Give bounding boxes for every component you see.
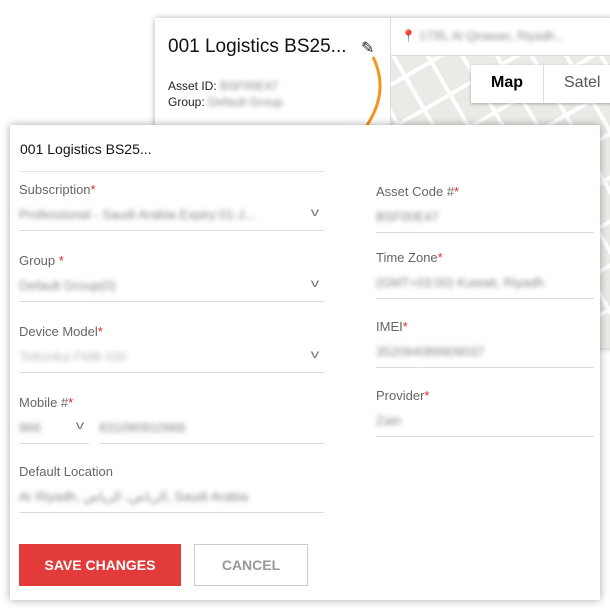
mobile-field[interactable]: Mobile #* 966 v 831090910966 [19, 395, 324, 444]
field-label: Asset Code # [376, 184, 455, 199]
field-label: Group [19, 253, 59, 268]
map-type-satellite-button[interactable]: Satel [544, 65, 610, 103]
subscription-field[interactable]: Subscription* Professional - Saudi Arabi… [19, 182, 324, 231]
asset-id-label: Asset ID: [168, 79, 217, 93]
field-label: Device Model [19, 324, 98, 339]
group-value: Default Group [208, 95, 283, 109]
required-marker: * [97, 324, 103, 339]
field-label: IMEI [376, 319, 403, 334]
country-code-select[interactable]: 966 [19, 420, 41, 435]
required-marker: * [402, 319, 408, 334]
asset-code-input[interactable]: BSF00E47 [376, 209, 439, 224]
device-model-select[interactable]: Teltonika FMB 030 [19, 349, 127, 364]
provider-field[interactable]: Provider* Zain [376, 388, 594, 437]
field-label: Mobile # [19, 395, 69, 410]
save-changes-button[interactable]: SAVE CHANGES [19, 544, 181, 586]
chevron-down-icon[interactable]: v [311, 276, 319, 290]
address: 1735, Al Qirawan, Riyadh... [419, 29, 565, 43]
default-location-field[interactable]: Default Location Ar Riyadh, الرياض، الري… [19, 464, 324, 513]
group-field[interactable]: Group * Default Group(0) v [19, 253, 324, 302]
subscription-select[interactable]: Professional - Saudi Arabia Expiry:01-J.… [19, 207, 255, 222]
field-label: Default Location [19, 464, 113, 479]
dialog-title: 001 Logistics BS25... [20, 141, 325, 172]
location-pin-icon: 📍 [401, 29, 416, 43]
device-model-field[interactable]: Device Model* Teltonika FMB 030 v [19, 324, 324, 373]
chevron-down-icon[interactable]: v [76, 418, 84, 432]
imei-field[interactable]: IMEI* 352094089909037 [376, 319, 594, 368]
required-marker: * [58, 253, 64, 268]
required-marker: * [424, 388, 430, 403]
required-marker: * [68, 395, 74, 410]
time-zone-field[interactable]: Time Zone* (GMT+03:00) Kuwait, Riyadh [376, 250, 594, 299]
chevron-down-icon[interactable]: v [311, 347, 319, 361]
field-label: Time Zone [376, 250, 438, 265]
required-marker: * [90, 182, 96, 197]
time-zone-input[interactable]: (GMT+03:00) Kuwait, Riyadh [376, 275, 544, 290]
field-label: Subscription [19, 182, 91, 197]
required-marker: * [437, 250, 443, 265]
imei-input[interactable]: 352094089909037 [376, 344, 484, 359]
mobile-input[interactable]: 831090910966 [99, 420, 186, 435]
default-location-input[interactable]: Ar Riyadh, الرياض، الرياض, Saudi Arabia [19, 489, 248, 504]
edit-asset-dialog: 001 Logistics BS25... Subscription* Prof… [10, 125, 600, 600]
field-label: Provider [376, 388, 425, 403]
cancel-button[interactable]: CANCEL [194, 544, 308, 586]
asset-code-field[interactable]: Asset Code #* BSF00E47 [376, 184, 594, 233]
required-marker: * [454, 184, 460, 199]
asset-id-value: BSF00E47 [220, 79, 279, 93]
provider-input[interactable]: Zain [376, 413, 401, 428]
group-label: Group: [168, 95, 205, 109]
chevron-down-icon[interactable]: v [311, 205, 319, 219]
group-select[interactable]: Default Group(0) [19, 278, 116, 293]
map-type-map-button[interactable]: Map [471, 65, 544, 103]
